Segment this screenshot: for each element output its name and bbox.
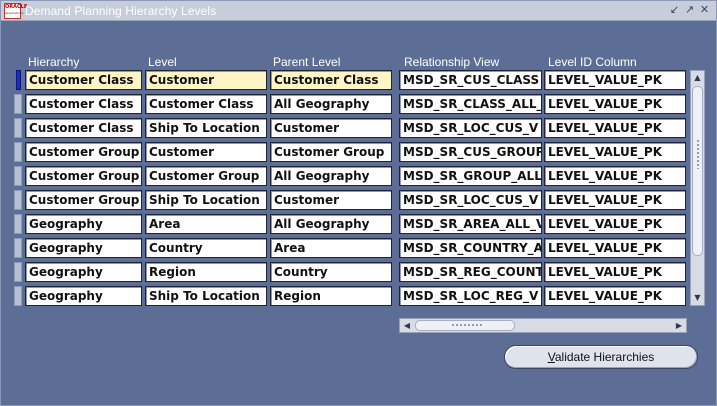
vertical-scrollbar[interactable]: ▲ ▼ bbox=[690, 70, 705, 306]
row-selector[interactable] bbox=[14, 262, 22, 282]
scroll-right-icon[interactable]: ▶ bbox=[672, 319, 686, 332]
vertical-scroll-thumb[interactable] bbox=[692, 86, 703, 256]
level-cell[interactable]: Customer bbox=[145, 142, 267, 162]
level-id-column-cell[interactable]: LEVEL_VALUE_PK bbox=[544, 70, 686, 90]
hierarchy-cell[interactable]: Customer Class bbox=[25, 94, 142, 114]
scroll-up-icon[interactable]: ▲ bbox=[691, 71, 704, 85]
level-id-column-cell[interactable]: LEVEL_VALUE_PK bbox=[544, 286, 686, 306]
level-cell[interactable]: Country bbox=[145, 238, 267, 258]
hierarchy-cell[interactable]: Customer Group bbox=[25, 142, 142, 162]
horizontal-scroll-thumb[interactable] bbox=[415, 320, 515, 331]
parent-level-cell[interactable]: Country bbox=[270, 262, 392, 282]
level-cell[interactable]: Region bbox=[145, 262, 267, 282]
level-cell[interactable]: Customer Group bbox=[145, 166, 267, 186]
horizontal-scrollbar[interactable]: ◀ ▶ bbox=[399, 318, 687, 333]
hierarchy-cell[interactable]: Geography bbox=[25, 214, 142, 234]
window-controls: ↙ ↗ ✕ bbox=[669, 3, 710, 19]
row-selector[interactable] bbox=[14, 142, 22, 162]
oracle-app-icon: ORACLE Applications bbox=[4, 3, 28, 19]
level-cell[interactable]: Ship To Location bbox=[145, 118, 267, 138]
scroll-down-icon[interactable]: ▼ bbox=[691, 291, 704, 305]
row-selector[interactable] bbox=[16, 70, 21, 90]
level-id-column-cell[interactable]: LEVEL_VALUE_PK bbox=[544, 262, 686, 282]
hierarchy-cell[interactable]: Customer Group bbox=[25, 190, 142, 210]
relationship-view-cell[interactable]: MSD_SR_GROUP_ALL_ bbox=[399, 166, 542, 186]
relationship-view-cell[interactable]: MSD_SR_LOC_CUS_V bbox=[399, 118, 542, 138]
minimize-icon[interactable]: ↙ bbox=[669, 3, 680, 19]
parent-level-cell[interactable]: All Geography bbox=[270, 166, 392, 186]
level-cell[interactable]: Customer Class bbox=[145, 94, 267, 114]
level-id-column-cell[interactable]: LEVEL_VALUE_PK bbox=[544, 142, 686, 162]
relationship-view-cell[interactable]: MSD_SR_CLASS_ALL_ bbox=[399, 94, 542, 114]
relationship-view-cell[interactable]: MSD_SR_COUNTRY_A bbox=[399, 238, 542, 258]
column-header-level: Level bbox=[148, 55, 177, 69]
level-id-column-cell[interactable]: LEVEL_VALUE_PK bbox=[544, 190, 686, 210]
row-selector[interactable] bbox=[14, 190, 22, 210]
level-cell[interactable]: Ship To Location bbox=[145, 190, 267, 210]
grip-icon bbox=[451, 323, 483, 328]
hierarchy-cell[interactable]: Customer Group bbox=[25, 166, 142, 186]
window-title: Demand Planning Hierarchy Levels bbox=[25, 4, 217, 18]
validate-mnemonic: V bbox=[547, 350, 555, 364]
parent-level-cell[interactable]: Customer Class bbox=[270, 70, 392, 90]
level-id-column-cell[interactable]: LEVEL_VALUE_PK bbox=[544, 166, 686, 186]
app-icon-subtext: Applications bbox=[5, 11, 24, 15]
maximize-icon[interactable]: ↗ bbox=[684, 3, 695, 19]
row-selector[interactable] bbox=[14, 118, 22, 138]
hierarchy-cell[interactable]: Customer Class bbox=[25, 70, 142, 90]
level-id-column-cell[interactable]: LEVEL_VALUE_PK bbox=[544, 238, 686, 258]
relationship-view-cell[interactable]: MSD_SR_LOC_CUS_V bbox=[399, 190, 542, 210]
level-cell[interactable]: Ship To Location bbox=[145, 286, 267, 306]
scroll-left-icon[interactable]: ◀ bbox=[400, 319, 414, 332]
column-header-level-id-column: Level ID Column bbox=[548, 55, 637, 69]
hierarchy-cell[interactable]: Geography bbox=[25, 262, 142, 282]
parent-level-cell[interactable]: Area bbox=[270, 238, 392, 258]
validate-label: alidate Hierarchies bbox=[554, 350, 655, 364]
parent-level-cell[interactable]: Customer bbox=[270, 190, 392, 210]
relationship-view-cell[interactable]: MSD_SR_CUS_GROUP bbox=[399, 142, 542, 162]
relationship-view-cell[interactable]: MSD_SR_LOC_REG_V bbox=[399, 286, 542, 306]
close-icon[interactable]: ✕ bbox=[699, 3, 710, 19]
level-id-column-cell[interactable]: LEVEL_VALUE_PK bbox=[544, 94, 686, 114]
demand-planning-hierarchy-levels-window: ORACLE Applications Demand Planning Hier… bbox=[0, 0, 717, 406]
parent-level-cell[interactable]: Region bbox=[270, 286, 392, 306]
relationship-view-cell[interactable]: MSD_SR_CUS_CLASS bbox=[399, 70, 542, 90]
row-selector[interactable] bbox=[14, 238, 22, 258]
relationship-view-cell[interactable]: MSD_SR_REG_COUNT bbox=[399, 262, 542, 282]
row-selector[interactable] bbox=[14, 214, 22, 234]
column-header-hierarchy: Hierarchy bbox=[28, 55, 80, 69]
row-selector[interactable] bbox=[14, 166, 22, 186]
column-header-relationship-view: Relationship View bbox=[404, 55, 500, 69]
level-id-column-cell[interactable]: LEVEL_VALUE_PK bbox=[544, 118, 686, 138]
grip-icon bbox=[696, 139, 701, 169]
title-bar[interactable]: ORACLE Applications Demand Planning Hier… bbox=[1, 1, 716, 21]
column-header-parent-level: Parent Level bbox=[273, 55, 341, 69]
validate-hierarchies-button[interactable]: Validate Hierarchies bbox=[504, 345, 698, 369]
row-selector[interactable] bbox=[14, 94, 22, 114]
parent-level-cell[interactable]: Customer Group bbox=[270, 142, 392, 162]
level-cell[interactable]: Customer bbox=[145, 70, 267, 90]
parent-level-cell[interactable]: All Geography bbox=[270, 214, 392, 234]
app-icon-text: ORACLE bbox=[5, 4, 28, 10]
hierarchy-cell[interactable]: Geography bbox=[25, 238, 142, 258]
level-id-column-cell[interactable]: LEVEL_VALUE_PK bbox=[544, 214, 686, 234]
hierarchy-cell[interactable]: Geography bbox=[25, 286, 142, 306]
relationship-view-cell[interactable]: MSD_SR_AREA_ALL_V bbox=[399, 214, 542, 234]
level-cell[interactable]: Area bbox=[145, 214, 267, 234]
parent-level-cell[interactable]: All Geography bbox=[270, 94, 392, 114]
hierarchy-cell[interactable]: Customer Class bbox=[25, 118, 142, 138]
parent-level-cell[interactable]: Customer bbox=[270, 118, 392, 138]
row-selector[interactable] bbox=[14, 286, 22, 306]
